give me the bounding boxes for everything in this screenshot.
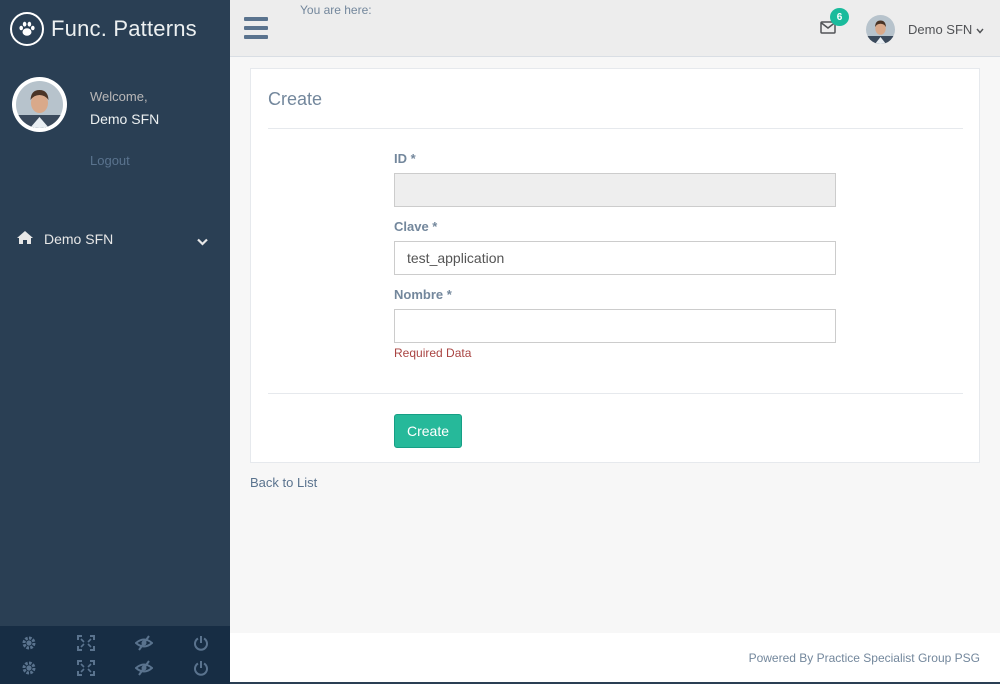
brand-title: Func. Patterns <box>51 15 197 41</box>
welcome-text: Welcome, <box>90 89 148 104</box>
avatar <box>12 77 67 132</box>
chevron-down-icon <box>197 233 208 249</box>
mail-count-badge: 6 <box>830 8 849 26</box>
id-field <box>394 173 836 207</box>
id-label: ID * <box>394 151 416 166</box>
eye-slash-icon[interactable] <box>133 633 155 653</box>
paw-icon <box>10 11 44 46</box>
sidebar: Func. Patterns Welcome, Demo SFN Logout … <box>0 0 230 684</box>
fullscreen-icon[interactable] <box>75 633 97 653</box>
top-nav: You are here: 6 Demo SFN <box>230 0 1000 57</box>
fullscreen-icon[interactable] <box>75 658 97 678</box>
create-panel: Create ID * Clave * Nombre * Required Da… <box>250 68 980 463</box>
back-to-list-link[interactable]: Back to List <box>250 475 317 490</box>
avatar <box>866 14 895 44</box>
power-icon[interactable] <box>190 658 212 678</box>
nombre-label: Nombre * <box>394 287 452 302</box>
eye-slash-icon[interactable] <box>133 658 155 678</box>
home-icon <box>16 230 34 248</box>
brand[interactable]: Func. Patterns <box>0 0 230 57</box>
breadcrumb: You are here: <box>300 3 372 17</box>
divider <box>268 393 963 394</box>
profile-name: Demo SFN <box>90 111 160 127</box>
create-button[interactable]: Create <box>394 414 462 448</box>
clave-field[interactable] <box>394 241 836 275</box>
user-menu[interactable]: Demo SFN <box>866 14 984 44</box>
footer-text: Powered By Practice Specialist Group PSG <box>748 651 980 665</box>
nombre-error: Required Data <box>394 346 472 360</box>
user-name: Demo SFN <box>908 21 973 37</box>
sidebar-item-label: Demo SFN <box>44 231 114 247</box>
chevron-down-icon <box>976 21 984 37</box>
page-title: Create <box>268 89 323 109</box>
divider <box>268 128 963 129</box>
clave-label: Clave * <box>394 219 438 234</box>
logout-link[interactable]: Logout <box>90 153 130 168</box>
menu-toggle-icon[interactable] <box>244 17 268 39</box>
sidebar-footer <box>0 626 230 684</box>
settings-icon[interactable] <box>18 658 40 678</box>
footer: Powered By Practice Specialist Group PSG <box>230 633 1000 684</box>
settings-icon[interactable] <box>18 633 40 653</box>
nombre-field[interactable] <box>394 309 836 343</box>
power-icon[interactable] <box>190 633 212 653</box>
sidebar-item-demo-sfn[interactable]: Demo SFN <box>0 222 230 256</box>
